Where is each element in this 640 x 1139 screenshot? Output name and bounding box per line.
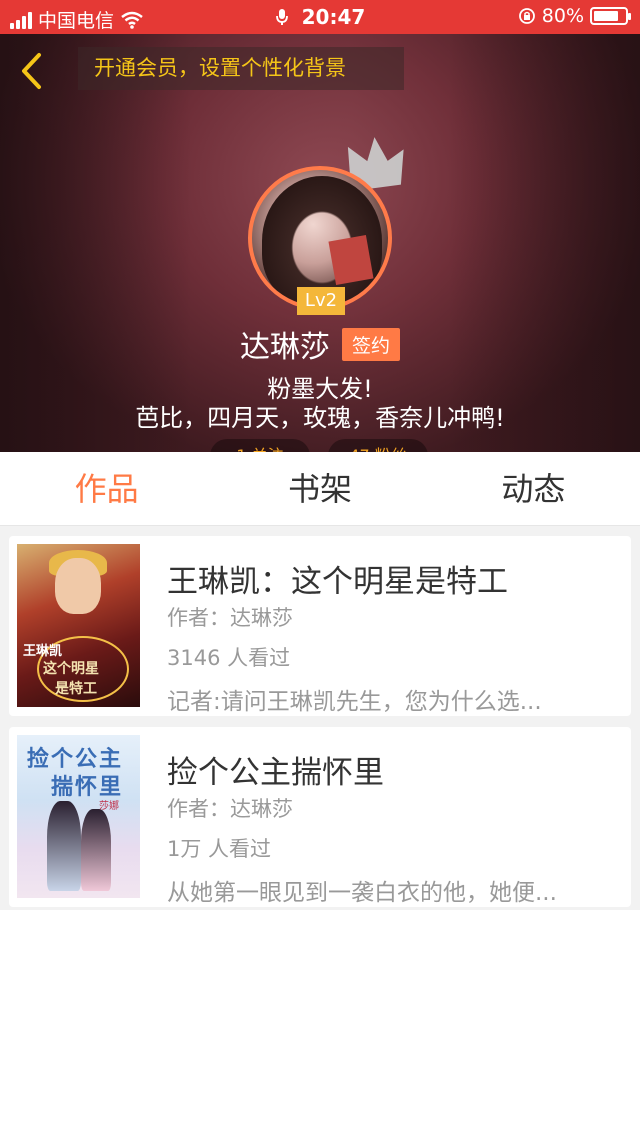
book-author: 作者：达琳莎 xyxy=(167,606,293,630)
tab-works[interactable]: 作品 xyxy=(0,452,213,525)
following-count[interactable]: 1 关注 xyxy=(210,439,310,452)
battery-fill xyxy=(594,11,618,21)
book-views: 3146 人看过 xyxy=(167,646,291,670)
book-description: 从她第一眼见到一袭白衣的他，她便... xyxy=(167,880,557,906)
book-views: 1万 人看过 xyxy=(167,837,272,861)
clock: 20:47 xyxy=(301,5,366,29)
cover-figure-face xyxy=(55,558,101,614)
author-name: 达琳莎 xyxy=(239,330,330,365)
status-right: 80% xyxy=(518,5,631,27)
signed-badge: 签约 xyxy=(341,327,400,361)
book-cover: 王琳凯 这个明星 是特工 xyxy=(17,544,140,707)
profile-header: 开通会员，设置个性化背景 Lv2 达琳莎 签约 粉墨大发! 芭比，四月天，玫瑰，… xyxy=(0,34,640,452)
avatar-prop xyxy=(328,235,374,285)
tab-activity[interactable]: 动态 xyxy=(427,452,640,525)
cover-text: 莎娜 xyxy=(99,801,119,812)
chevron-left-icon xyxy=(22,53,41,89)
orientation-lock-icon xyxy=(518,8,535,24)
status-bar: 中国电信 20:47 80% xyxy=(0,0,640,34)
list-item[interactable]: 捡个公主 揣怀里 莎娜 捡个公主揣怀里 作者：达琳莎 1万 人看过 从她第一眼见… xyxy=(9,727,631,907)
book-author: 作者：达琳莎 xyxy=(167,797,293,821)
book-title: 王琳凯：这个明星是特工 xyxy=(167,564,508,600)
cover-text: 这个明星 xyxy=(43,661,99,677)
vip-background-banner[interactable]: 开通会员，设置个性化背景 xyxy=(78,47,404,90)
microphone-icon xyxy=(275,9,288,25)
cover-text: 王琳凯 xyxy=(23,644,63,659)
name-row: 达琳莎 签约 xyxy=(0,322,640,366)
list-item[interactable]: 王琳凯 这个明星 是特工 王琳凯：这个明星是特工 作者：达琳莎 3146 人看过… xyxy=(9,536,631,716)
tab-bookshelf[interactable]: 书架 xyxy=(213,452,426,525)
tab-bar: 作品 书架 动态 xyxy=(0,452,640,526)
cover-text: 是特工 xyxy=(55,681,97,697)
book-list: 王琳凯 这个明星 是特工 王琳凯：这个明星是特工 作者：达琳莎 3146 人看过… xyxy=(0,526,640,910)
stats-row: 1 关注 47 粉丝 xyxy=(210,439,428,452)
fans-count[interactable]: 47 粉丝 xyxy=(328,439,428,452)
bio-line-2: 芭比，四月天，玫瑰，香奈儿冲鸭! xyxy=(135,404,505,432)
book-cover: 捡个公主 揣怀里 莎娜 xyxy=(17,735,140,898)
battery-icon xyxy=(590,7,631,25)
book-title: 捡个公主揣怀里 xyxy=(167,755,384,791)
battery-percent: 80% xyxy=(541,5,584,27)
cover-figure xyxy=(47,801,81,891)
back-button[interactable] xyxy=(14,52,48,90)
cover-figure xyxy=(81,809,111,891)
level-badge: Lv2 xyxy=(297,287,345,315)
book-description: 记者:请问王琳凯先生，您为什么选... xyxy=(167,689,542,715)
